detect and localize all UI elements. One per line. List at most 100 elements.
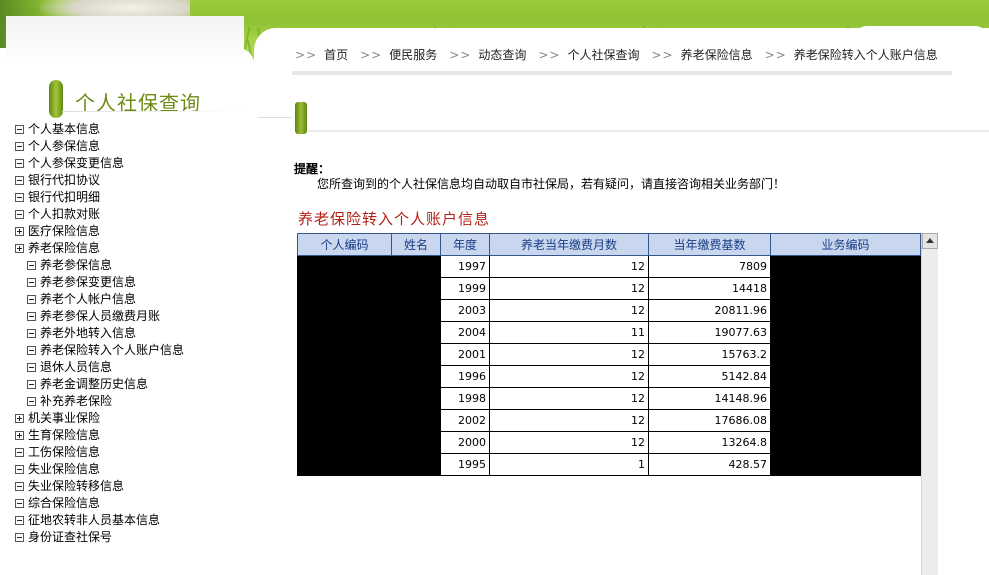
vertical-scrollbar[interactable] bbox=[921, 233, 938, 575]
sidebar-item[interactable]: 个人参保信息 bbox=[15, 138, 184, 155]
sidebar-item-label[interactable]: 综合保险信息 bbox=[28, 495, 100, 512]
sidebar-item[interactable]: 养老保险转入个人账户信息 bbox=[15, 342, 184, 359]
sidebar-item-label[interactable]: 养老参保信息 bbox=[40, 257, 112, 274]
collapse-icon[interactable] bbox=[27, 312, 36, 321]
sidebar-item-label[interactable]: 征地农转非人员基本信息 bbox=[28, 512, 160, 529]
expand-icon[interactable] bbox=[15, 244, 24, 253]
collapse-icon[interactable] bbox=[27, 397, 36, 406]
breadcrumb-link[interactable]: 养老保险信息 bbox=[681, 48, 753, 62]
sidebar-item-label[interactable]: 医疗保险信息 bbox=[28, 223, 100, 240]
expand-icon[interactable] bbox=[15, 431, 24, 440]
sidebar-item-label[interactable]: 银行代扣明细 bbox=[28, 189, 100, 206]
breadcrumb-link[interactable]: 首页 bbox=[324, 48, 348, 62]
redacted-cell bbox=[297, 321, 392, 344]
sidebar-item-label[interactable]: 养老参保人员缴费月账 bbox=[40, 308, 160, 325]
sidebar-item[interactable]: 银行代扣明细 bbox=[15, 189, 184, 206]
sidebar-item[interactable]: 养老参保变更信息 bbox=[15, 274, 184, 291]
collapse-icon[interactable] bbox=[15, 482, 24, 491]
sidebar-item-label[interactable]: 失业保险转移信息 bbox=[28, 478, 124, 495]
table-header-row: 个人编码 姓名 年度 养老当年缴费月数 当年缴费基数 业务编码 bbox=[297, 233, 921, 256]
sidebar-item-label[interactable]: 个人基本信息 bbox=[28, 121, 100, 138]
sidebar-item-label[interactable]: 身份证查社保号 bbox=[28, 529, 112, 546]
sidebar-item[interactable]: 身份证查社保号 bbox=[15, 529, 184, 546]
breadcrumb-link[interactable]: 养老保险转入个人账户信息 bbox=[794, 48, 938, 62]
column-header: 姓名 bbox=[391, 233, 441, 256]
sidebar-item[interactable]: 银行代扣协议 bbox=[15, 172, 184, 189]
sidebar-item[interactable]: 养老个人帐户信息 bbox=[15, 291, 184, 308]
breadcrumb-link[interactable]: 便民服务 bbox=[389, 48, 437, 62]
sidebar-item[interactable]: 失业保险信息 bbox=[15, 461, 184, 478]
collapse-icon[interactable] bbox=[15, 125, 24, 134]
collapse-icon[interactable] bbox=[27, 261, 36, 270]
sidebar-item-label[interactable]: 养老金调整历史信息 bbox=[40, 376, 148, 393]
sidebar-item[interactable]: 退休人员信息 bbox=[15, 359, 184, 376]
sidebar-item[interactable]: 机关事业保险 bbox=[15, 410, 184, 427]
sidebar-item-label[interactable]: 个人参保变更信息 bbox=[28, 155, 124, 172]
sidebar-item-label[interactable]: 养老个人帐户信息 bbox=[40, 291, 136, 308]
collapse-icon[interactable] bbox=[27, 295, 36, 304]
sidebar-item-label[interactable]: 个人扣款对账 bbox=[28, 206, 100, 223]
sidebar-item-label[interactable]: 养老外地转入信息 bbox=[40, 325, 136, 342]
collapse-icon[interactable] bbox=[15, 516, 24, 525]
expand-icon[interactable] bbox=[15, 227, 24, 236]
sidebar-item[interactable]: 征地农转非人员基本信息 bbox=[15, 512, 184, 529]
collapse-icon[interactable] bbox=[27, 278, 36, 287]
notice-text: 您所查询到的个人社保信息均自动取自市社保局，若有疑问，请直接咨询相关业务部门！ bbox=[317, 177, 786, 191]
sidebar-item[interactable]: 养老金调整历史信息 bbox=[15, 376, 184, 393]
sidebar-item-label[interactable]: 养老参保变更信息 bbox=[40, 274, 136, 291]
sidebar-item[interactable]: 医疗保险信息 bbox=[15, 223, 184, 240]
table-row: 1997 12 7809 bbox=[297, 255, 921, 278]
sidebar-item[interactable]: 综合保险信息 bbox=[15, 495, 184, 512]
collapse-icon[interactable] bbox=[15, 159, 24, 168]
base-cell: 20811.96 bbox=[648, 299, 771, 322]
sidebar-item-label[interactable]: 养老保险转入个人账户信息 bbox=[40, 342, 184, 359]
sidebar-item[interactable]: 生育保险信息 bbox=[15, 427, 184, 444]
collapse-icon[interactable] bbox=[15, 499, 24, 508]
sidebar-item[interactable]: 个人基本信息 bbox=[15, 121, 184, 138]
collapse-icon[interactable] bbox=[15, 176, 24, 185]
breadcrumb-link[interactable]: 动态查询 bbox=[478, 48, 526, 62]
collapse-icon[interactable] bbox=[27, 380, 36, 389]
sidebar-item-label[interactable]: 失业保险信息 bbox=[28, 461, 100, 478]
pension-transfer-table: 个人编码 姓名 年度 养老当年缴费月数 当年缴费基数 业务编码 1997 12 7809 199… bbox=[297, 233, 921, 476]
sidebar-item[interactable]: 养老外地转入信息 bbox=[15, 325, 184, 342]
collapse-icon[interactable] bbox=[27, 363, 36, 372]
sidebar-item[interactable]: 养老参保人员缴费月账 bbox=[15, 308, 184, 325]
base-cell: 17686.08 bbox=[648, 409, 771, 432]
sidebar-item[interactable]: 失业保险转移信息 bbox=[15, 478, 184, 495]
sidebar-item[interactable]: 工伤保险信息 bbox=[15, 444, 184, 461]
sidebar-item-label[interactable]: 机关事业保险 bbox=[28, 410, 100, 427]
collapse-icon[interactable] bbox=[27, 346, 36, 355]
collapse-icon[interactable] bbox=[15, 210, 24, 219]
scroll-up-icon[interactable] bbox=[922, 233, 938, 249]
expand-icon[interactable] bbox=[15, 414, 24, 423]
collapse-icon[interactable] bbox=[15, 533, 24, 542]
sidebar-item-label[interactable]: 生育保险信息 bbox=[28, 427, 100, 444]
sidebar-item-label[interactable]: 补充养老保险 bbox=[40, 393, 112, 410]
sidebar-item[interactable]: 个人参保变更信息 bbox=[15, 155, 184, 172]
sidebar-item[interactable]: 补充养老保险 bbox=[15, 393, 184, 410]
breadcrumb-link[interactable]: 个人社保查询 bbox=[567, 48, 639, 62]
base-cell: 5142.84 bbox=[648, 365, 771, 388]
year-cell: 1997 bbox=[440, 255, 490, 278]
sidebar-item-label[interactable]: 银行代扣协议 bbox=[28, 172, 100, 189]
collapse-icon[interactable] bbox=[15, 465, 24, 474]
year-cell: 2000 bbox=[440, 431, 490, 454]
collapse-icon[interactable] bbox=[15, 448, 24, 457]
sidebar-item-label[interactable]: 工伤保险信息 bbox=[28, 444, 100, 461]
sidebar-item[interactable]: 个人扣款对账 bbox=[15, 206, 184, 223]
year-cell: 1999 bbox=[440, 277, 490, 300]
year-cell: 1996 bbox=[440, 365, 490, 388]
months-cell: 12 bbox=[489, 409, 649, 432]
sidebar-item[interactable]: 养老参保信息 bbox=[15, 257, 184, 274]
table-row: 2000 12 13264.8 bbox=[297, 431, 921, 454]
collapse-icon[interactable] bbox=[15, 193, 24, 202]
collapse-icon[interactable] bbox=[27, 329, 36, 338]
sidebar-item-label[interactable]: 养老保险信息 bbox=[28, 240, 100, 257]
sidebar-item[interactable]: 养老保险信息 bbox=[15, 240, 184, 257]
sidebar-item-label[interactable]: 个人参保信息 bbox=[28, 138, 100, 155]
redacted-cell bbox=[297, 299, 392, 322]
sidebar-item-label[interactable]: 退休人员信息 bbox=[40, 359, 112, 376]
redacted-cell bbox=[770, 409, 921, 432]
collapse-icon[interactable] bbox=[15, 142, 24, 151]
